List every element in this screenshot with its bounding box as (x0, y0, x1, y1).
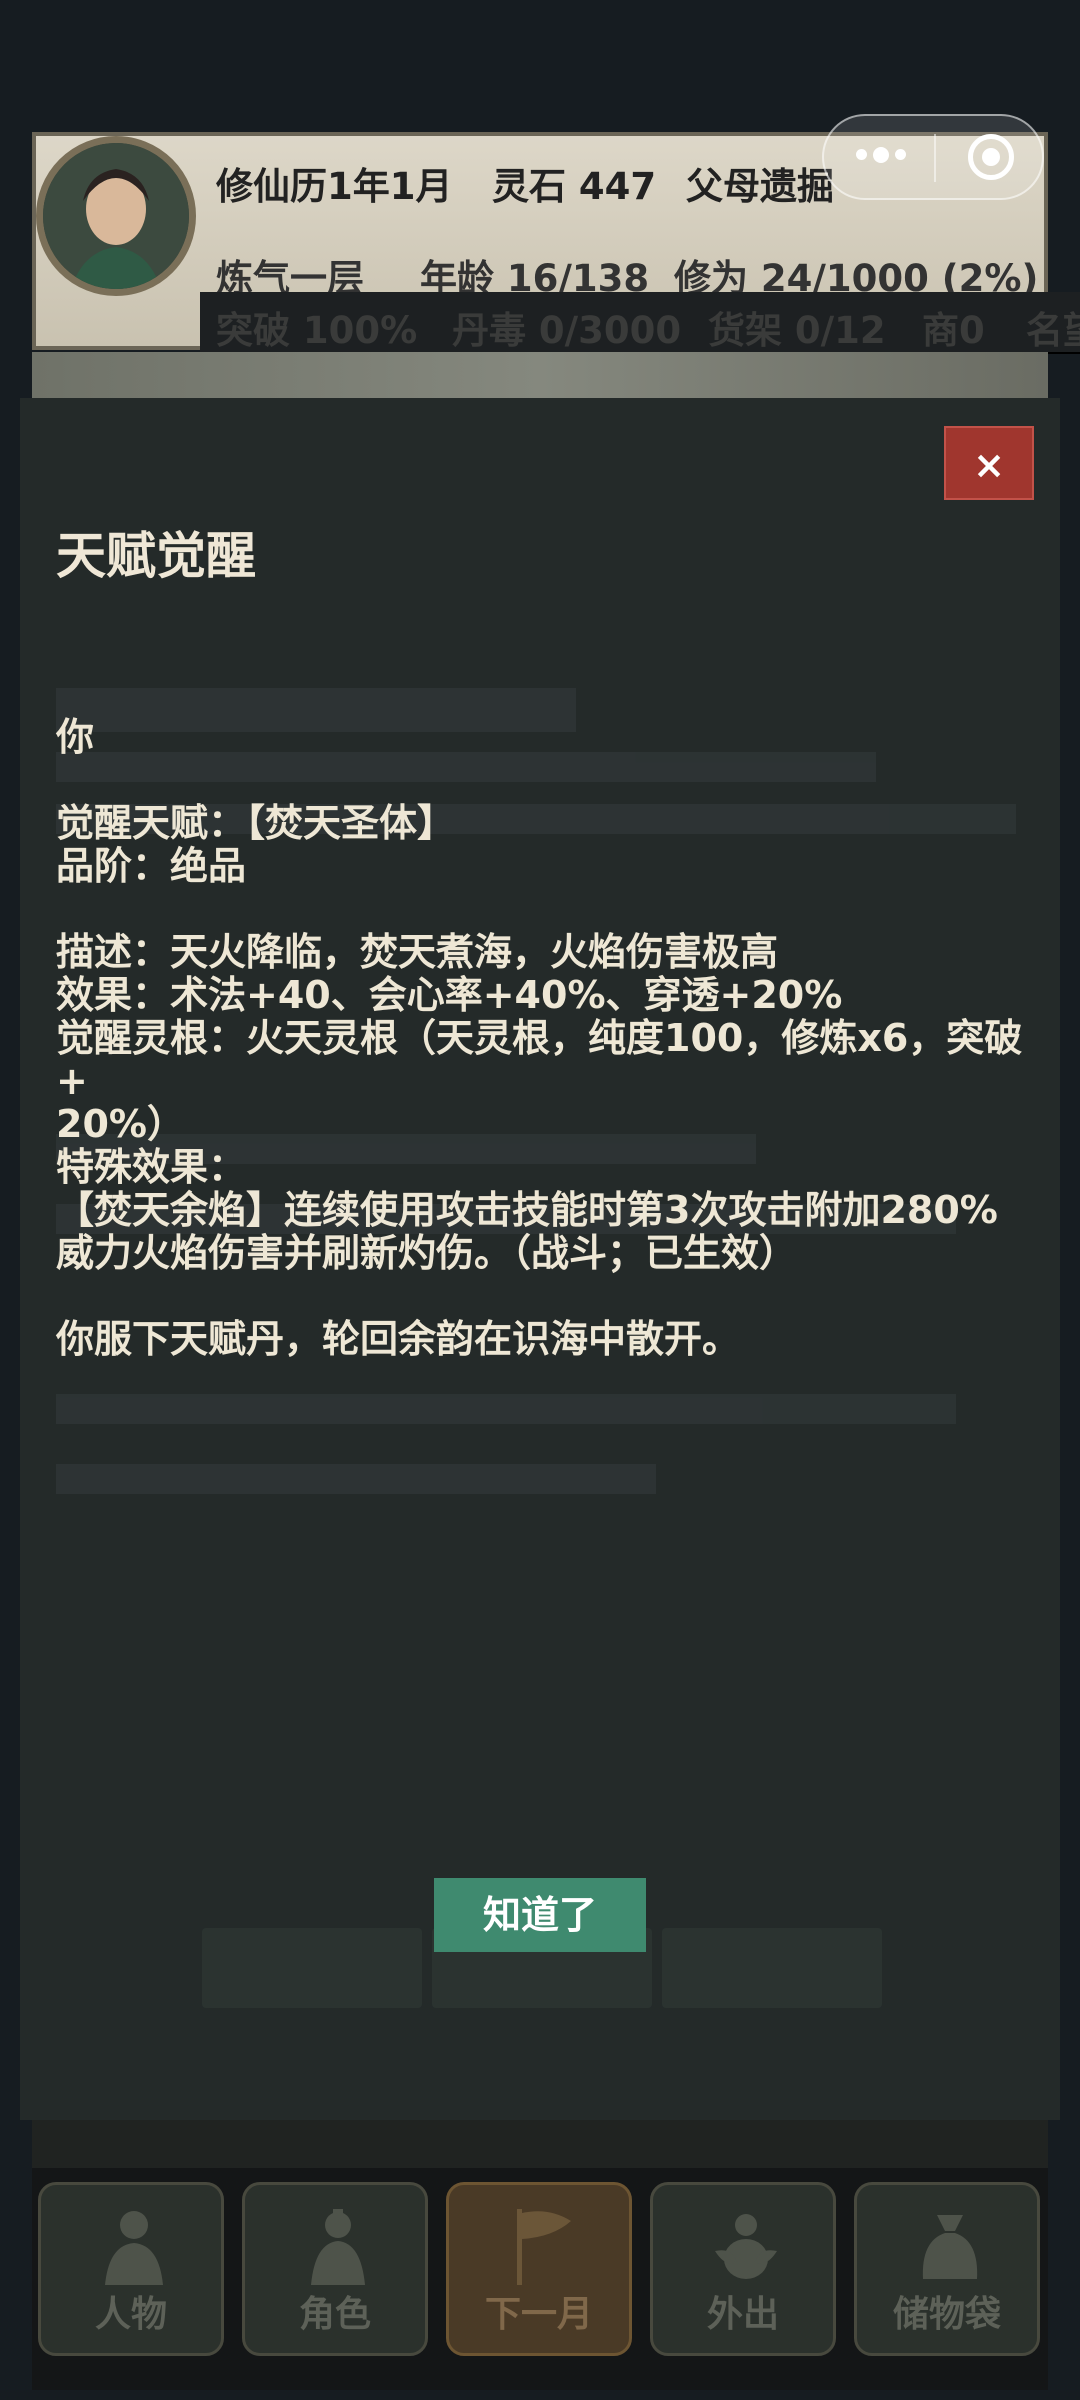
shelf-label: 货架 0/12 (708, 309, 886, 352)
body-line (56, 1275, 1046, 1318)
character-icon (311, 2209, 365, 2285)
background-button-shadow (202, 1928, 422, 2008)
person-icon (105, 2211, 163, 2285)
body-line (56, 759, 1046, 802)
log-strip (32, 2120, 1048, 2168)
confirm-button[interactable]: 知道了 (434, 1878, 646, 1952)
spirit-stone-count: 灵石 447 (492, 165, 657, 208)
body-line: 【焚天余焰】连续使用攻击技能时第3次攻击附加280% (56, 1188, 998, 1232)
breakthrough-label: 突破 100% (216, 309, 418, 352)
background-label: 父母遗掘 (686, 165, 834, 208)
flag-icon (517, 2209, 571, 2285)
close-button[interactable]: × (944, 426, 1034, 500)
body-line: 品阶：绝品 (56, 844, 247, 888)
body-line: 你 (56, 715, 95, 759)
gourd-icon (715, 2214, 777, 2279)
nav-person-label: 人物 (94, 2294, 167, 2335)
avatar-portrait-icon (43, 143, 189, 289)
modal-body: 你 觉醒天赋：【焚天圣体】 品阶：绝品 描述：天火降临，焚天煮海，火焰伤害极高 … (56, 716, 1046, 1361)
body-line: 觉醒灵根：火天灵根（天灵根，纯度100，修炼x6，突破+ (56, 1016, 1023, 1103)
bag-icon (922, 2215, 978, 2279)
nav-person-button[interactable]: 人物 (38, 2182, 224, 2356)
nav-storage-bag-button[interactable]: 储物袋 (854, 2182, 1040, 2356)
talent-awakening-modal: × 天赋觉醒 你 觉醒天赋：【焚天圣体】 品阶：绝品 描述：天火降临，焚天煮海，… (20, 398, 1060, 2120)
nav-next-month-button[interactable]: 下一月 (446, 2182, 632, 2356)
close-miniprogram-icon[interactable] (968, 134, 1014, 180)
avatar[interactable] (36, 136, 196, 296)
merchant-label: 商0 (922, 309, 985, 352)
capsule-divider (934, 134, 936, 182)
fame-label: 名望 (1026, 309, 1080, 352)
body-line: 效果：术法+40、会心率+40%、穿透+20% (56, 973, 843, 1017)
status-row: 突破 100% 丹毒 0/3000 货架 0/12 商0 名望 (200, 292, 1080, 354)
nav-character-button[interactable]: 角色 (242, 2182, 428, 2356)
body-line: 描述：天火降临，焚天煮海，火焰伤害极高 (56, 930, 779, 974)
more-options-icon[interactable] (856, 144, 912, 163)
body-line: 威力火焰伤害并刷新灼伤。（战斗；已生效） (56, 1231, 798, 1275)
body-line: 20%） (56, 1102, 185, 1146)
nav-outing-button[interactable]: 外出 (650, 2182, 836, 2356)
body-line: 你服下天赋丹，轮回余韵在识海中散开。 (56, 1317, 741, 1361)
calendar-date: 修仙历1年1月 (216, 165, 453, 208)
nav-outing-label: 外出 (706, 2294, 779, 2335)
nav-storage-bag-label: 储物袋 (892, 2294, 1001, 2335)
body-line (56, 888, 1046, 931)
body-line: 觉醒天赋：【焚天圣体】 (56, 801, 456, 845)
nav-next-month-label: 下一月 (484, 2294, 593, 2335)
body-line: 特殊效果： (56, 1145, 247, 1189)
scenery-banner (32, 352, 1048, 402)
bottom-nav: 人物 角色 下一月 外出 储物袋 (32, 2168, 1048, 2390)
pill-poison-label: 丹毒 0/3000 (452, 309, 682, 352)
miniprogram-capsule (822, 114, 1044, 200)
background-button-shadow (662, 1928, 882, 2008)
nav-character-label: 角色 (298, 2294, 371, 2335)
modal-title: 天赋觉醒 (56, 527, 256, 585)
